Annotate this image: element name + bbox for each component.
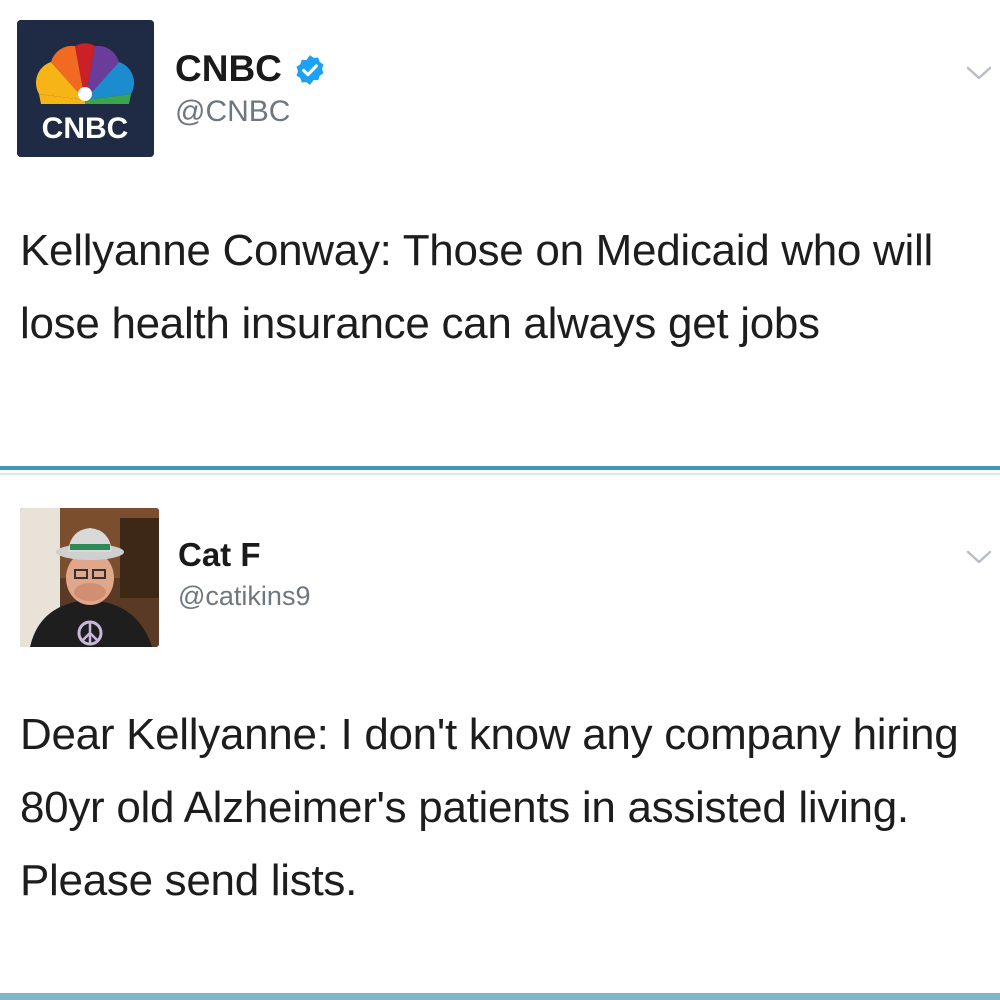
tweet-divider-shadow bbox=[0, 473, 1000, 475]
avatar-cnbc[interactable]: CNBC bbox=[17, 20, 154, 157]
chevron-down-icon[interactable] bbox=[965, 548, 993, 566]
user-photo-avatar-icon bbox=[20, 508, 159, 647]
avatar-cat-f[interactable] bbox=[20, 508, 159, 647]
cnbc-logo-text: CNBC bbox=[42, 112, 129, 145]
cnbc-peacock-logo-icon: CNBC bbox=[17, 20, 154, 157]
tweet-text: Dear Kellyanne: I don't know any company… bbox=[20, 710, 959, 905]
tweet-screenshot-page: CNBC CNBC @CNBC Kellyanne Conway: Those … bbox=[0, 0, 1000, 1000]
chevron-down-icon[interactable] bbox=[965, 64, 993, 82]
tweet-divider bbox=[0, 466, 1000, 470]
bottom-divider bbox=[0, 993, 1000, 1000]
verified-badge-icon bbox=[296, 55, 324, 85]
tweet-cnbc: CNBC CNBC @CNBC Kellyanne Conway: Those … bbox=[0, 0, 1000, 466]
tweet-text: Kellyanne Conway: Those on Medicaid who … bbox=[20, 226, 933, 348]
author-handle[interactable]: @catikins9 bbox=[178, 581, 310, 612]
author-handle[interactable]: @CNBC bbox=[175, 95, 290, 129]
author-name[interactable]: Cat F bbox=[178, 536, 261, 574]
author-name[interactable]: CNBC bbox=[175, 48, 282, 90]
tweet-reply: Cat F @catikins9 Dear Kellyanne: I don't… bbox=[0, 476, 1000, 992]
